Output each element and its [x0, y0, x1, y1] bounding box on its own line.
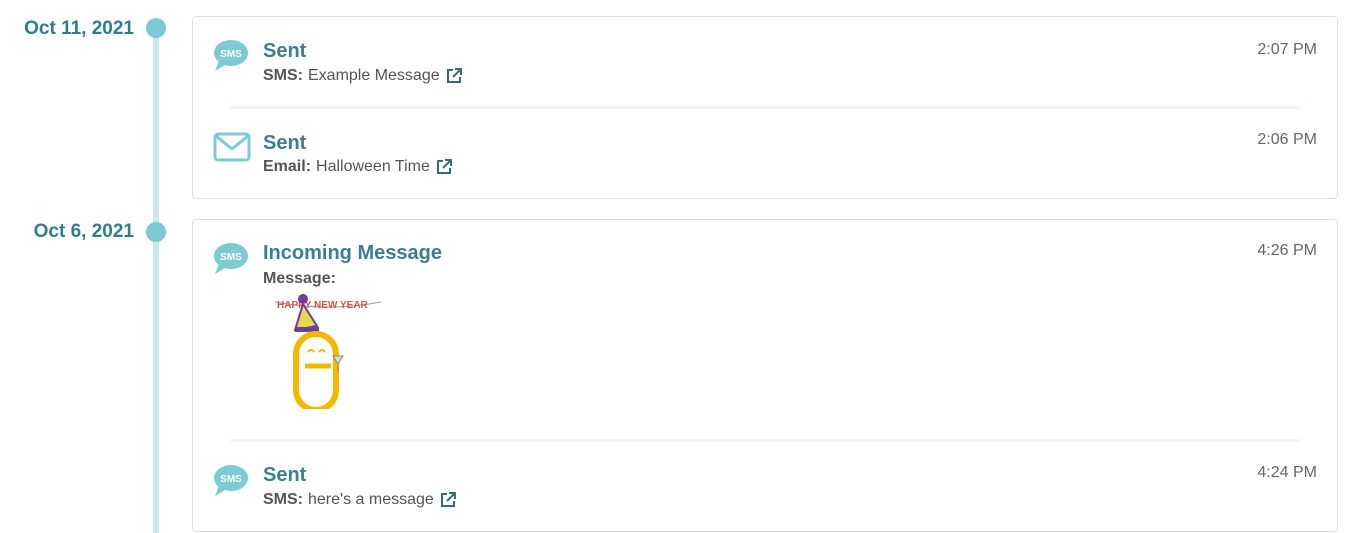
event-time: 4:24 PM: [1257, 464, 1317, 481]
envelope-icon: [213, 132, 251, 167]
timeline-event: SMS Sent SMS: Example Message 2:07 PM: [193, 17, 1337, 109]
event-detail-value: Example Message: [308, 67, 440, 84]
svg-text:SMS: SMS: [220, 474, 242, 485]
timeline-rail: [153, 20, 159, 533]
timeline-event: Sent Email: Halloween Time 2:06 PM: [193, 107, 1337, 199]
external-link-icon[interactable]: [435, 158, 453, 176]
timeline-event: SMS Incoming Message Message: HAPPY NEW …: [193, 220, 1337, 442]
svg-text:SMS: SMS: [220, 252, 242, 263]
event-detail-label: Email:: [263, 158, 312, 175]
day-date-label: Oct 11, 2021: [24, 18, 134, 39]
event-time: 2:06 PM: [1257, 131, 1317, 148]
svg-text:HAPPY NEW YEAR: HAPPY NEW YEAR: [277, 300, 369, 311]
event-detail: SMS: Example Message: [263, 67, 463, 85]
sms-bubble-icon: SMS: [213, 39, 249, 78]
event-detail: Email: Halloween Time: [263, 158, 453, 176]
event-title: Incoming Message: [263, 242, 442, 264]
sms-bubble-icon: SMS: [213, 464, 249, 503]
day-date-label: Oct 6, 2021: [33, 221, 134, 242]
event-detail-value: Halloween Time: [316, 158, 430, 175]
event-detail: Message:: [263, 270, 341, 288]
external-link-icon[interactable]: [439, 491, 457, 509]
event-title: Sent: [263, 132, 307, 154]
event-time: 4:26 PM: [1257, 242, 1317, 259]
svg-text:SMS: SMS: [220, 49, 242, 60]
event-title: Sent: [263, 40, 307, 62]
sms-bubble-icon: SMS: [213, 242, 249, 281]
event-time: 2:07 PM: [1257, 41, 1317, 58]
event-detail-label: SMS:: [263, 491, 303, 508]
event-detail-value: here's a message: [308, 491, 434, 508]
event-detail-label: SMS:: [263, 67, 303, 84]
event-detail-label: Message:: [263, 270, 336, 287]
happy-new-year-gif: HAPPY NEW YEAR: [273, 294, 383, 413]
event-title: Sent: [263, 464, 307, 486]
day-card: SMS Sent SMS: Example Message 2:07 PM Se…: [192, 16, 1338, 199]
external-link-icon[interactable]: [445, 67, 463, 85]
day-card: SMS Incoming Message Message: HAPPY NEW …: [192, 219, 1338, 532]
timeline-dot: [146, 222, 166, 242]
timeline-dot: [146, 18, 166, 38]
event-detail: SMS: here's a message: [263, 491, 457, 509]
timeline-event: SMS Sent SMS: here's a message 4:24 PM: [193, 440, 1337, 532]
